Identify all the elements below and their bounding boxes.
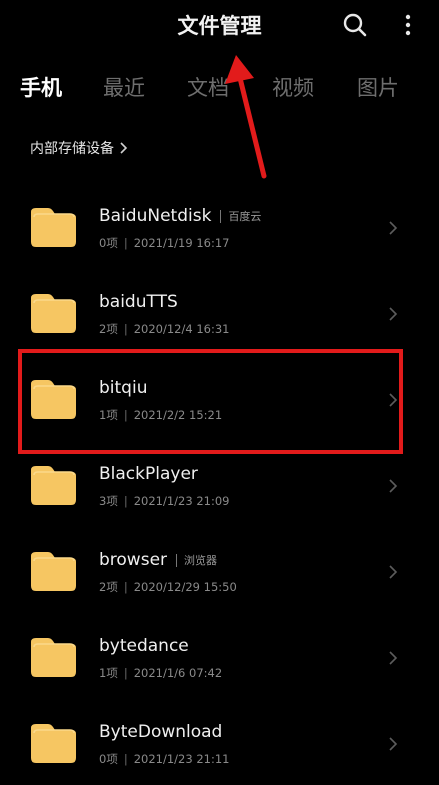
item-count: 0项 [99, 752, 118, 766]
chevron-right-icon [120, 142, 128, 154]
page-title: 文件管理 [177, 14, 262, 38]
folder-row[interactable]: ByteDownload 0项 | 2021/1/23 21:11 [0, 690, 439, 776]
folder-name-line: browser 浏览器 [99, 550, 217, 570]
tag-divider [220, 209, 222, 223]
meta-separator: | [123, 752, 128, 766]
chevron-right-icon [389, 221, 398, 235]
chevron-right-icon [389, 565, 398, 579]
top-bar: 文件管理 [0, 0, 439, 52]
folder-row[interactable]: bitqiu 1项 | 2021/2/2 15:21 [0, 346, 439, 432]
chevron-right-icon [389, 737, 398, 751]
modified-date: 2021/1/19 16:17 [133, 236, 230, 250]
tag-divider [176, 553, 178, 567]
item-count: 1项 [99, 666, 118, 680]
item-count: 1项 [99, 408, 118, 422]
item-count: 2项 [99, 580, 118, 594]
modified-date: 2021/1/6 07:42 [133, 666, 223, 680]
chevron-right-icon [389, 651, 398, 665]
folder-meta: 1项 | 2021/1/6 07:42 [99, 665, 222, 681]
meta-separator: | [123, 322, 128, 336]
folder-icon [31, 466, 76, 505]
folder-name: bytedance [99, 636, 189, 656]
folder-name: browser [99, 550, 168, 570]
folder-meta: 2项 | 2020/12/4 16:31 [99, 321, 229, 337]
folder-row[interactable]: BlackPlayer 3项 | 2021/1/23 21:09 [0, 432, 439, 518]
chevron-right-icon [389, 393, 398, 407]
folder-tag: 百度云 [228, 210, 262, 223]
folder-name-line: baiduTTS [99, 292, 178, 312]
folder-meta: 0项 | 2021/1/19 16:17 [99, 235, 229, 251]
folder-name-line: bitqiu [99, 378, 147, 398]
folder-icon [31, 380, 76, 419]
modified-date: 2020/12/4 16:31 [133, 322, 230, 336]
folder-name: BaiduNetdisk [99, 206, 212, 226]
folder-icon [31, 724, 76, 763]
chevron-right-icon [389, 479, 398, 493]
modified-date: 2021/1/23 21:09 [133, 494, 230, 508]
more-options-button[interactable] [398, 11, 418, 39]
category-tabs: 手机 最近 文档 视频 图片 [0, 72, 439, 112]
item-count: 3项 [99, 494, 118, 508]
folder-name-line: bytedance [99, 636, 189, 656]
folder-name: baiduTTS [99, 292, 178, 312]
meta-separator: | [123, 666, 128, 680]
item-count: 0项 [99, 236, 118, 250]
search-button[interactable] [341, 11, 369, 39]
folder-icon [31, 638, 76, 677]
folder-name: BlackPlayer [99, 464, 198, 484]
chevron-right-icon [389, 307, 398, 321]
modified-date: 2021/2/2 15:21 [133, 408, 223, 422]
tab-recent[interactable]: 最近 [103, 72, 145, 102]
meta-separator: | [123, 408, 128, 422]
meta-separator: | [123, 580, 128, 594]
folder-meta: 3项 | 2021/1/23 21:09 [99, 493, 229, 509]
folder-icon [31, 552, 76, 591]
folder-row[interactable]: bytedance 1项 | 2021/1/6 07:42 [0, 604, 439, 690]
folder-name: bitqiu [99, 378, 148, 398]
meta-separator: | [123, 494, 128, 508]
folder-meta: 2项 | 2020/12/29 15:50 [99, 579, 237, 595]
folder-row[interactable]: baiduTTS 2项 | 2020/12/4 16:31 [0, 260, 439, 346]
item-count: 2项 [99, 322, 118, 336]
folder-row[interactable]: BaiduNetdisk 百度云 0项 | 2021/1/19 16:17 [0, 174, 439, 260]
folder-name: ByteDownload [99, 722, 223, 742]
breadcrumb[interactable]: 内部存储设备 [30, 136, 128, 160]
tab-phone[interactable]: 手机 [20, 72, 62, 102]
more-vertical-icon [405, 14, 411, 36]
folder-name-line: BaiduNetdisk 百度云 [99, 206, 261, 226]
folder-meta: 0项 | 2021/1/23 21:11 [99, 751, 229, 767]
folder-tag: 浏览器 [184, 554, 218, 567]
tab-videos[interactable]: 视频 [272, 72, 314, 102]
tab-documents[interactable]: 文档 [187, 72, 229, 102]
modified-date: 2021/1/23 21:11 [133, 752, 230, 766]
search-icon [343, 13, 367, 37]
modified-date: 2020/12/29 15:50 [133, 580, 237, 594]
folder-icon [31, 294, 76, 333]
folder-name-line: BlackPlayer [99, 464, 198, 484]
tab-images[interactable]: 图片 [357, 72, 399, 102]
meta-separator: | [123, 236, 128, 250]
folder-row[interactable]: browser 浏览器 2项 | 2020/12/29 15:50 [0, 518, 439, 604]
breadcrumb-label: 内部存储设备 [30, 141, 114, 157]
folder-meta: 1项 | 2021/2/2 15:21 [99, 407, 222, 423]
folder-name-line: ByteDownload [99, 722, 222, 742]
folder-icon [31, 208, 76, 247]
